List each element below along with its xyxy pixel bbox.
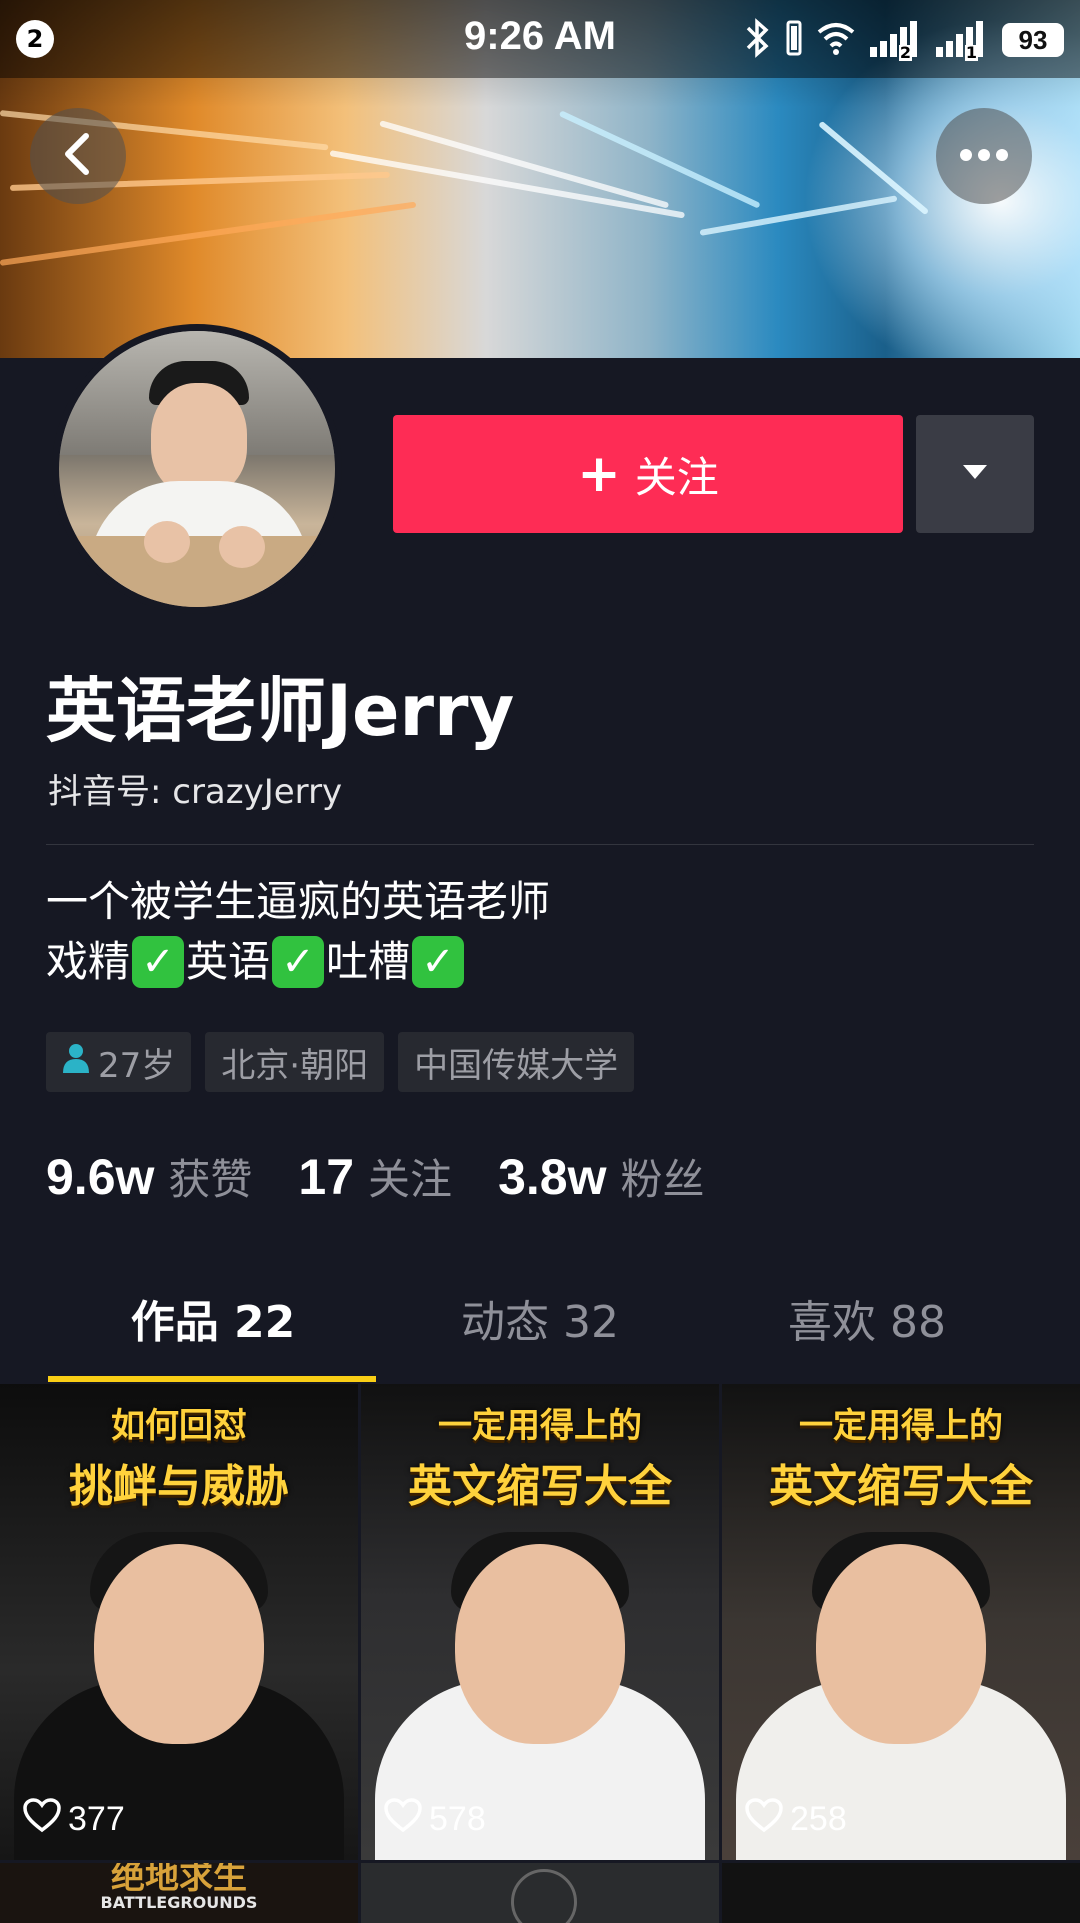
signal-sim2-icon: 2 <box>870 21 922 62</box>
plus-icon: + <box>577 444 621 504</box>
back-button[interactable] <box>30 108 126 204</box>
avatar[interactable] <box>59 331 335 607</box>
sim1-label: 1 <box>964 43 978 62</box>
video-caption-line2: BATTLEGROUNDS <box>100 1893 258 1912</box>
heart-icon <box>22 1797 62 1842</box>
tag-location: 北京·朝阳 <box>205 1032 385 1092</box>
sim2-label: 2 <box>898 43 912 62</box>
wifi-icon <box>816 20 856 60</box>
stat-likes[interactable]: 9.6w 获赞 <box>46 1146 252 1207</box>
stat-value: 17 <box>298 1149 355 1205</box>
status-bar: 2 9:26 AM 2 1 93 <box>0 0 1080 78</box>
battery-level: 93 <box>1002 23 1064 57</box>
video-thumbnail[interactable]: 一定用得上的 英文缩写大全 578 <box>361 1384 719 1860</box>
chevron-left-icon <box>58 130 98 182</box>
video-thumbnail[interactable] <box>722 1863 1080 1923</box>
tab-works[interactable]: 作品 22 <box>50 1288 376 1384</box>
bio-line-1: 一个被学生逼疯的英语老师 <box>46 877 551 926</box>
video-caption-line2: 英文缩写大全 <box>408 1461 672 1512</box>
bio-line-2: 戏精 ✓ 英语 ✓ 吐槽 ✓ <box>46 932 550 992</box>
stat-followers[interactable]: 3.8w 粉丝 <box>498 1146 704 1207</box>
follow-button[interactable]: + 关注 <box>393 415 903 533</box>
video-likes: 377 <box>22 1797 125 1842</box>
divider <box>46 844 1034 845</box>
douyin-id[interactable]: 抖音号: crazyJerry <box>48 764 342 813</box>
tag-label: 中国传媒大学 <box>414 1045 619 1086</box>
bio-part: 英语 <box>186 937 271 986</box>
profile-name: 英语老师Jerry <box>46 670 515 752</box>
signal-sim1-icon: 1 <box>936 21 988 62</box>
video-thumbnail[interactable]: 绝地求生 BATTLEGROUNDS <box>0 1863 358 1923</box>
video-caption-line1: 一定用得上的 <box>438 1406 642 1446</box>
content-tabs: 作品 22 动态 32 喜欢 88 <box>0 1288 1080 1384</box>
heart-icon <box>744 1797 784 1842</box>
more-options-button[interactable] <box>936 108 1032 204</box>
profile-tags: 27岁 北京·朝阳 中国传媒大学 <box>46 1032 635 1092</box>
active-tab-indicator <box>48 1376 376 1382</box>
video-caption-line2: 英文缩写大全 <box>769 1461 1033 1512</box>
recommend-dropdown-button[interactable] <box>916 415 1034 533</box>
stat-label: 粉丝 <box>620 1155 705 1204</box>
video-thumbnail[interactable]: 一定用得上的 英文缩写大全 258 <box>722 1384 1080 1860</box>
follow-button-label: 关注 <box>634 452 719 502</box>
stat-value: 9.6w <box>46 1149 155 1205</box>
video-caption-line1: 如何回怼 <box>111 1406 247 1446</box>
caret-down-icon <box>961 463 989 485</box>
tag-label: 北京·朝阳 <box>221 1045 369 1086</box>
stat-following[interactable]: 17 关注 <box>298 1146 452 1207</box>
bio-part: 吐槽 <box>326 937 411 986</box>
more-dots-icon <box>959 147 1009 166</box>
video-thumbnail[interactable]: 如何回怼 挑衅与威胁 377 <box>0 1384 358 1860</box>
person-icon <box>62 1042 90 1082</box>
stat-label: 获赞 <box>168 1155 253 1204</box>
likes-count: 578 <box>429 1800 486 1838</box>
bio-part: 戏精 <box>46 937 131 986</box>
avatar-ring <box>52 324 342 614</box>
tag-label: 27岁 <box>98 1045 176 1086</box>
tab-activity[interactable]: 动态 32 <box>377 1288 703 1384</box>
heart-icon <box>383 1797 423 1842</box>
likes-count: 377 <box>68 1800 125 1838</box>
video-caption-line1: 一定用得上的 <box>799 1406 1003 1446</box>
video-likes: 258 <box>744 1797 847 1842</box>
video-likes: 578 <box>383 1797 486 1842</box>
tab-liked[interactable]: 喜欢 88 <box>704 1288 1030 1384</box>
tag-age: 27岁 <box>46 1032 192 1092</box>
video-caption-line2: 挑衅与威胁 <box>69 1461 289 1512</box>
likes-count: 258 <box>790 1800 847 1838</box>
checkmark-icon: ✓ <box>132 936 185 988</box>
profile-stats: 9.6w 获赞 17 关注 3.8w 粉丝 <box>46 1146 750 1207</box>
profile-bio: 一个被学生逼疯的英语老师 戏精 ✓ 英语 ✓ 吐槽 ✓ <box>46 872 550 992</box>
bluetooth-icon <box>742 18 772 62</box>
checkmark-icon: ✓ <box>272 936 325 988</box>
stat-value: 3.8w <box>498 1149 607 1205</box>
checkmark-icon: ✓ <box>412 936 465 988</box>
stat-label: 关注 <box>368 1155 453 1204</box>
tag-school: 中国传媒大学 <box>398 1032 635 1092</box>
video-thumbnail[interactable] <box>361 1863 719 1923</box>
vibrate-icon <box>786 18 802 62</box>
